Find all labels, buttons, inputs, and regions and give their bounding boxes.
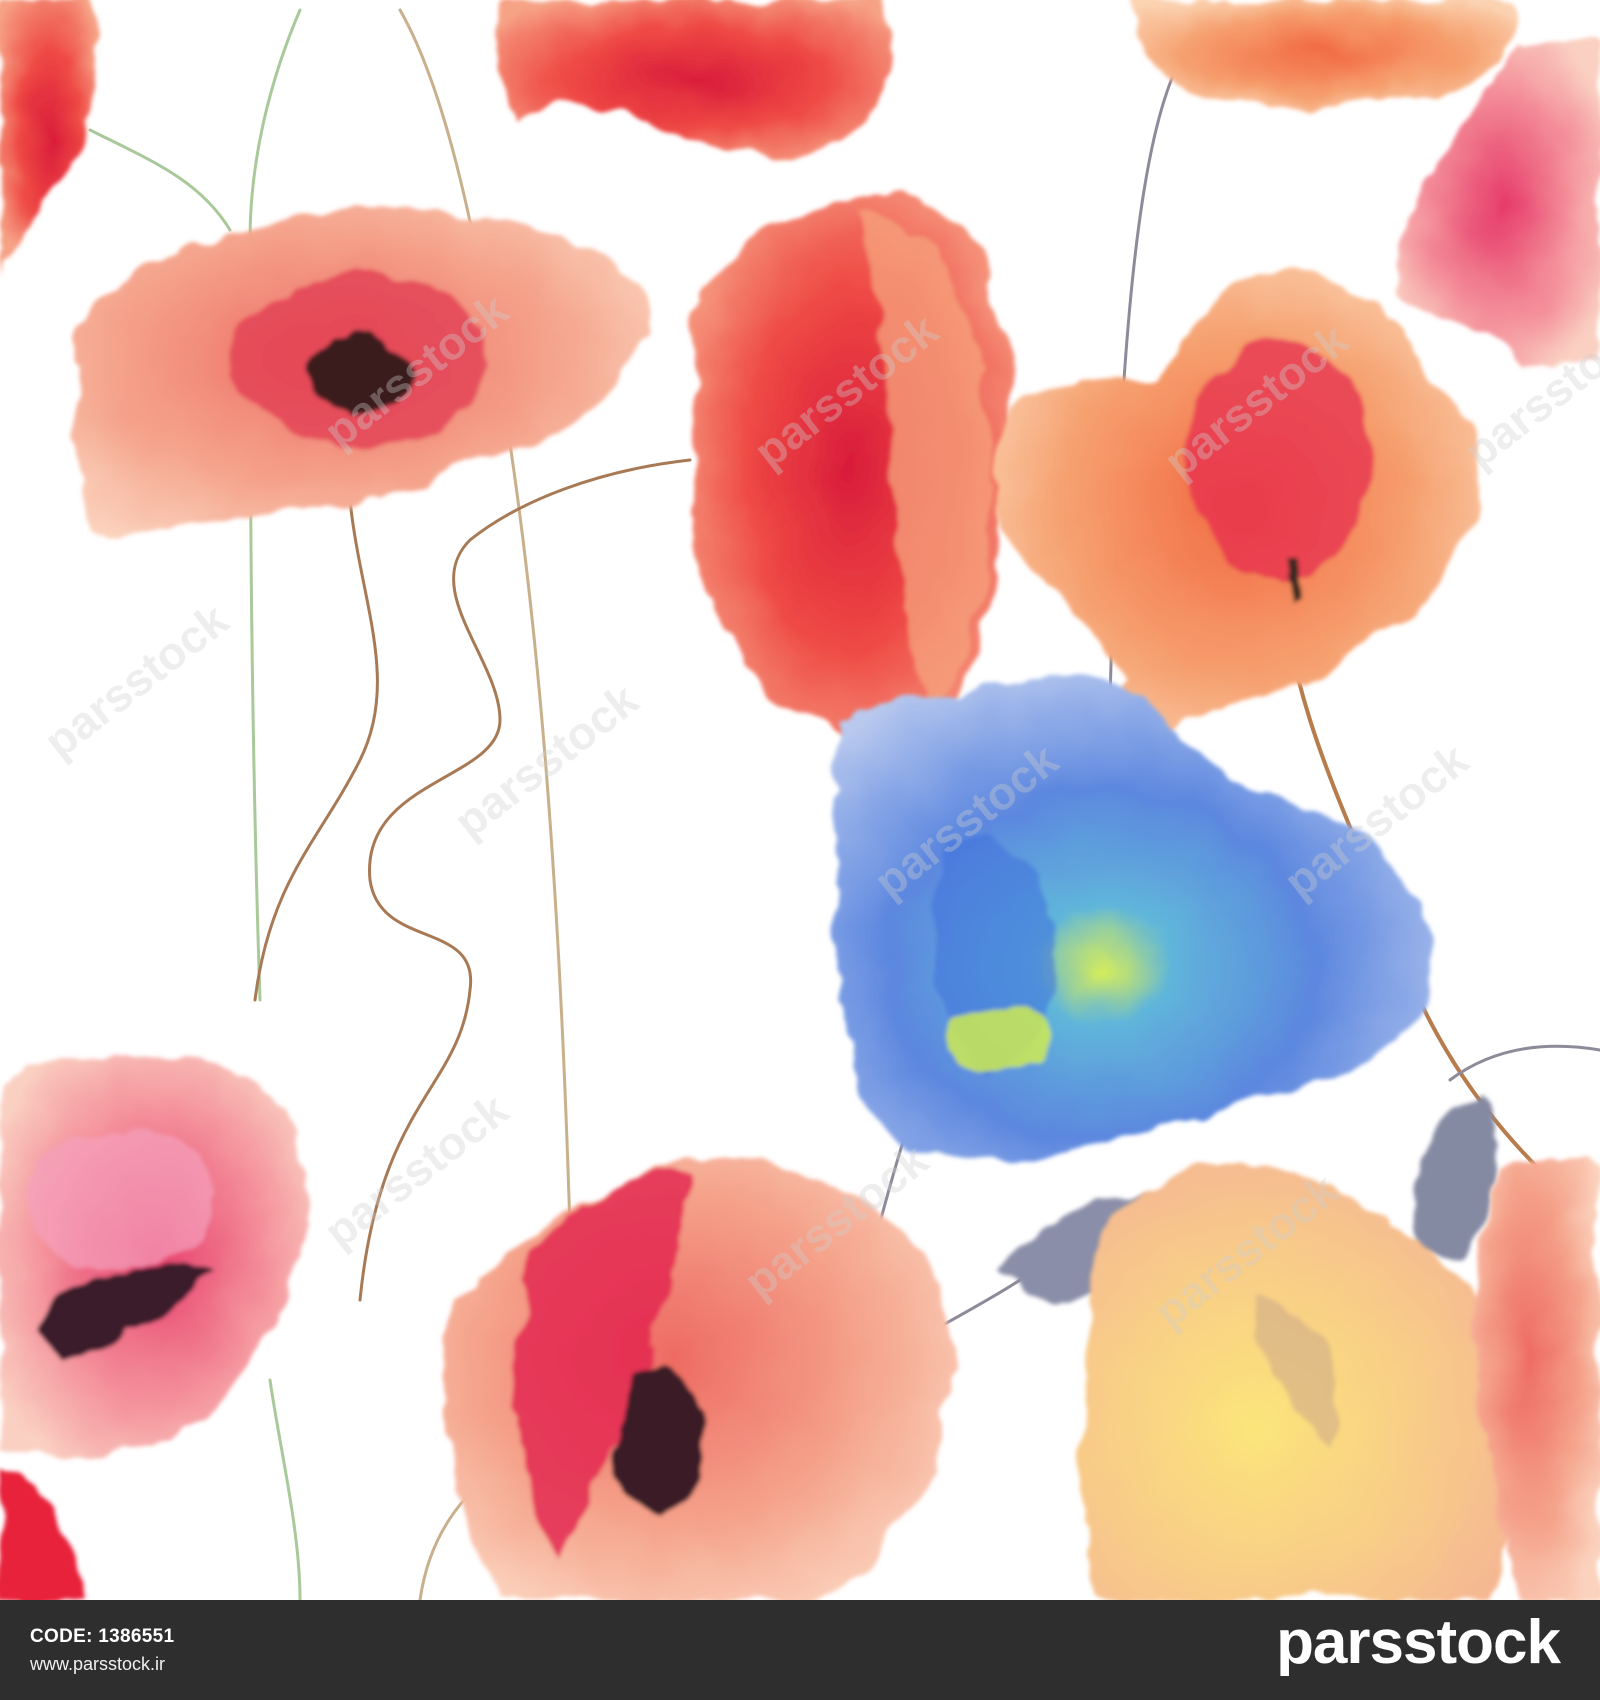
site-url: www.parsstock.ir bbox=[30, 1654, 166, 1674]
poppy-left-pink bbox=[0, 1056, 308, 1457]
flower-top-right bbox=[1130, 0, 1515, 106]
stock-footer-bar: CODE: 1386551 www.parsstock.ir parsstock bbox=[0, 1600, 1600, 1700]
watercolor-floral-image: parsstock parsstock parsstock parsstock … bbox=[0, 0, 1600, 1600]
poppy-top-center bbox=[496, 0, 894, 159]
poppy-center-tall bbox=[692, 190, 1010, 744]
image-code: CODE: 1386551 bbox=[30, 1626, 175, 1647]
blue-flower bbox=[832, 672, 1432, 1160]
parsstock-logo: parsstock bbox=[1276, 1608, 1561, 1677]
svg-text:parsstock: parsstock bbox=[314, 1083, 518, 1258]
floral-illustration: parsstock parsstock parsstock parsstock … bbox=[0, 0, 1600, 1600]
poppy-bottom-left bbox=[0, 1470, 90, 1600]
svg-text:parsstock: parsstock bbox=[34, 593, 238, 768]
poppy-top-left bbox=[0, 0, 98, 280]
poppy-bottom-center bbox=[442, 1158, 950, 1600]
